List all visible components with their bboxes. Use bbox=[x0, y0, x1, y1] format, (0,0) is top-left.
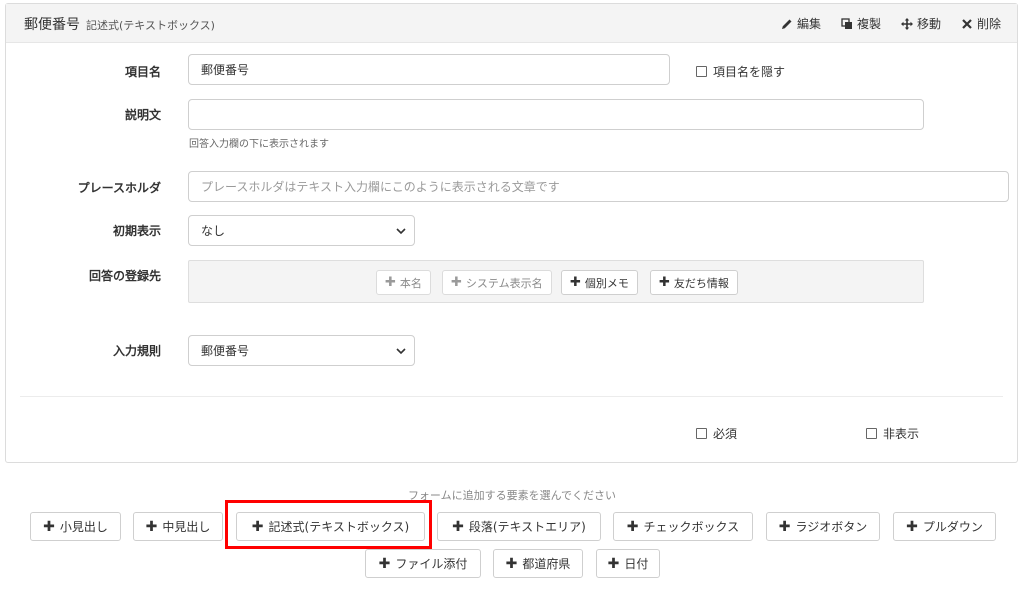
chip-friend-info[interactable]: ✚ 友だち情報 bbox=[650, 270, 738, 295]
description-help: 回答入力欄の下に表示されます bbox=[189, 139, 329, 150]
highlight-box bbox=[225, 500, 432, 549]
chip-system-name: ✚ システム表示名 bbox=[442, 270, 552, 295]
add-file-button[interactable]: ✚ ファイル添付 bbox=[365, 549, 481, 578]
description-input[interactable] bbox=[188, 99, 924, 130]
plus-icon: ✚ bbox=[385, 275, 396, 290]
add-date-label: 日付 bbox=[624, 557, 649, 571]
edit-button[interactable]: 編集 bbox=[781, 15, 821, 32]
move-icon bbox=[900, 17, 913, 30]
close-icon bbox=[962, 18, 972, 29]
pencil-icon bbox=[781, 19, 792, 29]
plus-icon: ✚ bbox=[378, 555, 391, 572]
item-name-input[interactable]: 郵便番号 bbox=[188, 54, 670, 85]
add-small-heading-button[interactable]: ✚ 小見出し bbox=[30, 512, 121, 541]
placeholder-input[interactable]: プレースホルダはテキスト入力欄にこのように表示される文章です bbox=[188, 171, 1009, 202]
copy-button[interactable]: 複製 bbox=[841, 15, 881, 32]
chevron-down-icon bbox=[396, 227, 406, 234]
add-date-button[interactable]: ✚ 日付 bbox=[596, 549, 660, 578]
plus-icon: ✚ bbox=[906, 518, 918, 535]
form-item-panel: 郵便番号 記述式(テキストボックス) 編集 複製 移動 削除 項目名 郵便番号 bbox=[5, 3, 1018, 463]
plus-icon: ✚ bbox=[145, 518, 158, 535]
plus-icon: ✚ bbox=[626, 518, 639, 535]
hidden-box[interactable] bbox=[866, 428, 877, 439]
add-file-label: ファイル添付 bbox=[395, 557, 468, 571]
plus-icon: ✚ bbox=[778, 518, 791, 535]
edit-label: 編集 bbox=[796, 17, 821, 31]
add-prefecture-button[interactable]: ✚ 都道府県 bbox=[493, 549, 583, 578]
initial-select[interactable]: なし bbox=[188, 215, 415, 246]
plus-icon: ✚ bbox=[505, 555, 518, 572]
add-paragraph-label: 段落(テキストエリア) bbox=[468, 520, 586, 534]
add-radio-button[interactable]: ✚ ラジオボタン bbox=[766, 512, 880, 541]
initial-value: なし bbox=[201, 224, 226, 238]
plus-icon: ✚ bbox=[607, 555, 620, 572]
move-button[interactable]: 移動 bbox=[900, 15, 941, 32]
divider bbox=[20, 396, 1003, 397]
chip-memo-label: 個別メモ bbox=[584, 276, 629, 290]
rule-label: 入力規則 bbox=[112, 344, 161, 358]
item-name-label: 項目名 bbox=[124, 65, 161, 79]
destination-label: 回答の登録先 bbox=[88, 269, 161, 283]
hide-label-checkbox[interactable]: 項目名を隠す bbox=[696, 63, 785, 80]
delete-button[interactable]: 削除 bbox=[961, 15, 1001, 32]
item-name-value: 郵便番号 bbox=[201, 63, 250, 77]
chip-friend-info-label: 友だち情報 bbox=[673, 276, 729, 290]
required-box[interactable] bbox=[696, 428, 707, 439]
add-radio-label: ラジオボタン bbox=[795, 520, 868, 534]
hide-label-text: 項目名を隠す bbox=[713, 65, 786, 79]
description-label: 説明文 bbox=[124, 108, 161, 122]
hide-label-box[interactable] bbox=[696, 66, 707, 77]
chip-system-name-label: システム表示名 bbox=[465, 276, 543, 290]
header-actions: 編集 複製 移動 削除 bbox=[781, 15, 1001, 32]
add-pulldown-button[interactable]: ✚ プルダウン bbox=[893, 512, 996, 541]
rule-select[interactable]: 郵便番号 bbox=[188, 335, 415, 366]
plus-icon: ✚ bbox=[452, 518, 464, 535]
destination-box: ✚ 本名 ✚ システム表示名 ✚ 個別メモ ✚ 友だち情報 bbox=[188, 260, 924, 303]
add-small-heading-label: 小見出し bbox=[59, 520, 108, 534]
plus-icon: ✚ bbox=[570, 275, 581, 290]
plus-icon: ✚ bbox=[451, 275, 462, 290]
copy-label: 複製 bbox=[856, 17, 881, 31]
add-pulldown-label: プルダウン bbox=[922, 520, 983, 534]
panel-header: 郵便番号 記述式(テキストボックス) 編集 複製 移動 削除 bbox=[6, 4, 1017, 43]
item-title: 郵便番号 bbox=[24, 17, 80, 33]
add-paragraph-button[interactable]: ✚ 段落(テキストエリア) bbox=[437, 512, 601, 541]
hidden-checkbox[interactable]: 非表示 bbox=[866, 425, 919, 442]
chip-real-name-label: 本名 bbox=[399, 276, 422, 290]
item-type: 記述式(テキストボックス) bbox=[86, 19, 215, 32]
required-checkbox[interactable]: 必須 bbox=[696, 425, 737, 442]
chip-memo[interactable]: ✚ 個別メモ bbox=[561, 270, 638, 295]
chip-real-name: ✚ 本名 bbox=[376, 270, 431, 295]
initial-label: 初期表示 bbox=[112, 224, 161, 238]
add-element-title: フォームに追加する要素を選んでください bbox=[407, 489, 617, 502]
hidden-label: 非表示 bbox=[883, 427, 920, 441]
chevron-down-icon bbox=[396, 347, 406, 354]
add-prefecture-label: 都道府県 bbox=[522, 557, 571, 571]
add-checkbox-label: チェックボックス bbox=[643, 520, 740, 534]
required-label: 必須 bbox=[713, 427, 738, 441]
delete-label: 削除 bbox=[976, 17, 1001, 31]
placeholder-label: プレースホルダ bbox=[77, 181, 161, 195]
move-label: 移動 bbox=[916, 17, 941, 31]
rule-value: 郵便番号 bbox=[201, 344, 250, 358]
add-checkbox-button[interactable]: ✚ チェックボックス bbox=[613, 512, 753, 541]
add-medium-heading-button[interactable]: ✚ 中見出し bbox=[133, 512, 223, 541]
placeholder-hint: プレースホルダはテキスト入力欄にこのように表示される文章です bbox=[201, 180, 560, 194]
add-medium-heading-label: 中見出し bbox=[162, 520, 211, 534]
plus-icon: ✚ bbox=[43, 518, 55, 535]
plus-icon: ✚ bbox=[659, 275, 670, 290]
copy-icon bbox=[841, 17, 852, 29]
